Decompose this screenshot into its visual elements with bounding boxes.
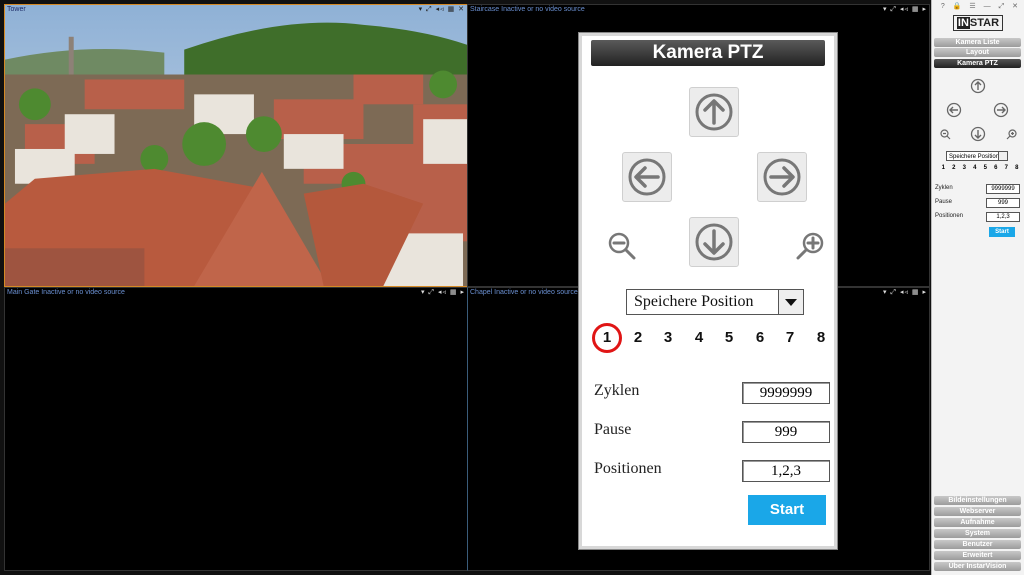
mini-position-select[interactable]: Speichere Position bbox=[946, 151, 1008, 161]
position-action-value: Speichere Position bbox=[634, 293, 754, 310]
zoom-out-icon[interactable] bbox=[607, 231, 637, 261]
mini-zyklen-label: Zyklen bbox=[935, 185, 953, 191]
arrow-up-icon bbox=[695, 93, 733, 131]
mini-position-6[interactable]: 6 bbox=[991, 165, 1002, 171]
arrow-right-icon bbox=[763, 158, 801, 196]
mini-pause-label: Pause bbox=[935, 199, 953, 205]
position-6-button[interactable]: 6 bbox=[745, 323, 775, 353]
mini-zyklen-input[interactable]: 9999999 bbox=[986, 184, 1020, 194]
pan-left-button[interactable] bbox=[622, 152, 672, 202]
webserver-button[interactable]: Webserver bbox=[934, 507, 1021, 516]
camera-title: Main Gate Inactive or no video source bbox=[7, 289, 125, 296]
mini-zoom-out-icon[interactable] bbox=[940, 129, 951, 140]
camera-tile-main-gate[interactable]: Main Gate Inactive or no video source ▾ … bbox=[4, 287, 468, 571]
mini-position-3[interactable]: 3 bbox=[959, 165, 970, 171]
ueber-instarvision-button[interactable]: Über InstarVision bbox=[934, 562, 1021, 571]
zyklen-label: Zyklen bbox=[594, 382, 640, 399]
mini-position-1[interactable]: 1 bbox=[938, 165, 949, 171]
camera-controls-icons[interactable]: ▾ ⤢ ◂◃ ▦ ▸ bbox=[883, 288, 927, 297]
pan-down-button[interactable] bbox=[689, 217, 739, 267]
mini-pause-input[interactable]: 999 bbox=[986, 198, 1020, 208]
mini-position-7[interactable]: 7 bbox=[1001, 165, 1012, 171]
aufnahme-button[interactable]: Aufnahme bbox=[934, 518, 1021, 527]
start-button[interactable]: Start bbox=[748, 495, 826, 525]
position-5-button[interactable]: 5 bbox=[714, 323, 744, 353]
positionen-input[interactable]: 1,2,3 bbox=[742, 460, 830, 482]
camera-tile-tower[interactable]: Tower ▾ ⤢ ◂◃ ▦ ✕ bbox=[4, 4, 468, 287]
zyklen-input[interactable]: 9999999 bbox=[742, 382, 830, 404]
mini-zoom-in-icon[interactable] bbox=[1006, 129, 1017, 140]
camera-title: Tower bbox=[7, 6, 26, 13]
pause-input[interactable]: 999 bbox=[742, 421, 830, 443]
ptz-title: Kamera PTZ bbox=[591, 40, 825, 66]
system-button[interactable]: System bbox=[934, 529, 1021, 538]
pause-label: Pause bbox=[594, 421, 632, 438]
instar-logo: INSTAR bbox=[953, 15, 1003, 31]
app-window: Tower ▾ ⤢ ◂◃ ▦ ✕ Staircase Inactive or n… bbox=[0, 0, 1024, 575]
zoom-in-icon[interactable] bbox=[795, 231, 825, 261]
mini-position-8[interactable]: 8 bbox=[1012, 165, 1023, 171]
camera-title: Staircase Inactive or no video source bbox=[470, 6, 585, 13]
mini-arrow-left-icon[interactable] bbox=[946, 102, 962, 118]
position-4-button[interactable]: 4 bbox=[684, 323, 714, 353]
erweitert-button[interactable]: Erweitert bbox=[934, 551, 1021, 560]
positionen-label: Positionen bbox=[594, 460, 662, 477]
ptz-panel: Kamera PTZ Speichere Position 1 2 3 4 5 … bbox=[579, 33, 837, 549]
position-1-button[interactable]: 1 bbox=[592, 323, 622, 353]
mini-position-row: 12345678 bbox=[938, 165, 1022, 171]
camera-controls-icons[interactable]: ▾ ⤢ ◂◃ ▦ ▸ bbox=[883, 5, 927, 14]
mini-positionen-label: Positionen bbox=[935, 213, 964, 219]
tower-video-frame bbox=[5, 5, 467, 286]
pan-right-button[interactable] bbox=[757, 152, 807, 202]
bildeinstellungen-button[interactable]: Bildeinstellungen bbox=[934, 496, 1021, 505]
mini-start-button[interactable]: Start bbox=[989, 227, 1015, 237]
chevron-down-icon bbox=[778, 290, 803, 314]
camera-title: Chapel Inactive or no video source bbox=[470, 289, 578, 296]
mini-positionen-input[interactable]: 1,2,3 bbox=[986, 212, 1020, 222]
mini-position-2[interactable]: 2 bbox=[949, 165, 960, 171]
kamera-ptz-button[interactable]: Kamera PTZ bbox=[934, 59, 1021, 68]
arrow-left-icon bbox=[628, 158, 666, 196]
benutzer-button[interactable]: Benutzer bbox=[934, 540, 1021, 549]
mini-position-4[interactable]: 4 bbox=[970, 165, 981, 171]
position-number-row: 1 2 3 4 5 6 7 8 bbox=[592, 323, 832, 353]
window-controls-icons[interactable]: ? 🔒 ☰ — ⤢ ✕ bbox=[941, 2, 1021, 11]
camera-controls-icons[interactable]: ▾ ⤢ ◂◃ ▦ ✕ bbox=[419, 5, 465, 14]
arrow-down-icon bbox=[695, 223, 733, 261]
mini-arrow-down-icon[interactable] bbox=[970, 126, 986, 142]
mini-position-select-value: Speichere Position bbox=[949, 154, 1000, 160]
mini-arrow-right-icon[interactable] bbox=[993, 102, 1009, 118]
mini-position-5[interactable]: 5 bbox=[980, 165, 991, 171]
camera-controls-icons[interactable]: ▾ ⤢ ◂◃ ▦ ▸ bbox=[421, 288, 465, 297]
sidebar: ? 🔒 ☰ — ⤢ ✕ INSTAR Kamera Liste Layout K… bbox=[931, 0, 1024, 575]
chevron-down-icon bbox=[998, 152, 1007, 160]
position-action-select[interactable]: Speichere Position bbox=[626, 289, 804, 315]
kamera-liste-button[interactable]: Kamera Liste bbox=[934, 38, 1021, 47]
position-7-button[interactable]: 7 bbox=[775, 323, 805, 353]
position-3-button[interactable]: 3 bbox=[653, 323, 683, 353]
layout-button[interactable]: Layout bbox=[934, 48, 1021, 57]
position-8-button[interactable]: 8 bbox=[806, 323, 836, 353]
position-2-button[interactable]: 2 bbox=[623, 323, 653, 353]
pan-up-button[interactable] bbox=[689, 87, 739, 137]
mini-arrow-up-icon[interactable] bbox=[970, 78, 986, 94]
